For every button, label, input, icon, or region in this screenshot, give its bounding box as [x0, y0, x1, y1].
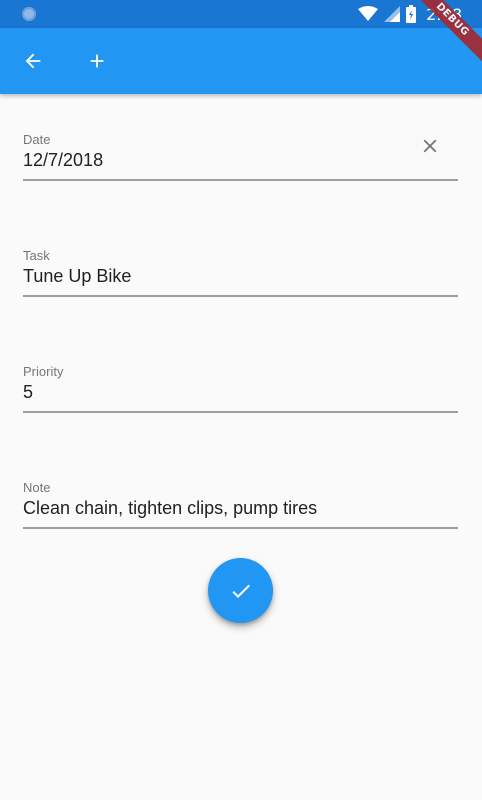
date-label: Date — [23, 132, 51, 147]
note-field[interactable]: Note Clean chain, tighten clips, pump ti… — [23, 480, 458, 529]
task-value[interactable]: Tune Up Bike — [23, 266, 131, 287]
clear-date-button[interactable] — [418, 134, 442, 158]
save-fab-button[interactable] — [208, 558, 273, 623]
date-value[interactable]: 12/7/2018 — [23, 150, 103, 171]
app-bar — [0, 28, 482, 94]
wifi-icon — [358, 6, 379, 21]
date-field[interactable]: Date 12/7/2018 — [23, 132, 458, 181]
add-icon — [90, 54, 104, 68]
date-underline — [23, 179, 458, 181]
task-field[interactable]: Task Tune Up Bike — [23, 248, 458, 297]
priority-label: Priority — [23, 364, 64, 379]
cell-signal-icon — [384, 6, 401, 22]
note-label: Note — [23, 480, 51, 495]
note-value[interactable]: Clean chain, tighten clips, pump tires — [23, 498, 317, 519]
check-icon — [231, 584, 250, 598]
close-icon — [423, 139, 437, 153]
priority-underline — [23, 411, 458, 413]
arrow-back-icon — [25, 53, 41, 69]
task-label: Task — [23, 248, 50, 263]
add-button[interactable] — [81, 45, 113, 77]
priority-value[interactable]: 5 — [23, 382, 33, 403]
task-underline — [23, 295, 458, 297]
notification-dot-icon — [22, 7, 36, 21]
priority-field[interactable]: Priority 5 — [23, 364, 458, 413]
back-button[interactable] — [17, 45, 49, 77]
battery-icon — [406, 5, 417, 23]
status-bar: 2:08 — [0, 0, 482, 28]
note-underline — [23, 527, 458, 529]
